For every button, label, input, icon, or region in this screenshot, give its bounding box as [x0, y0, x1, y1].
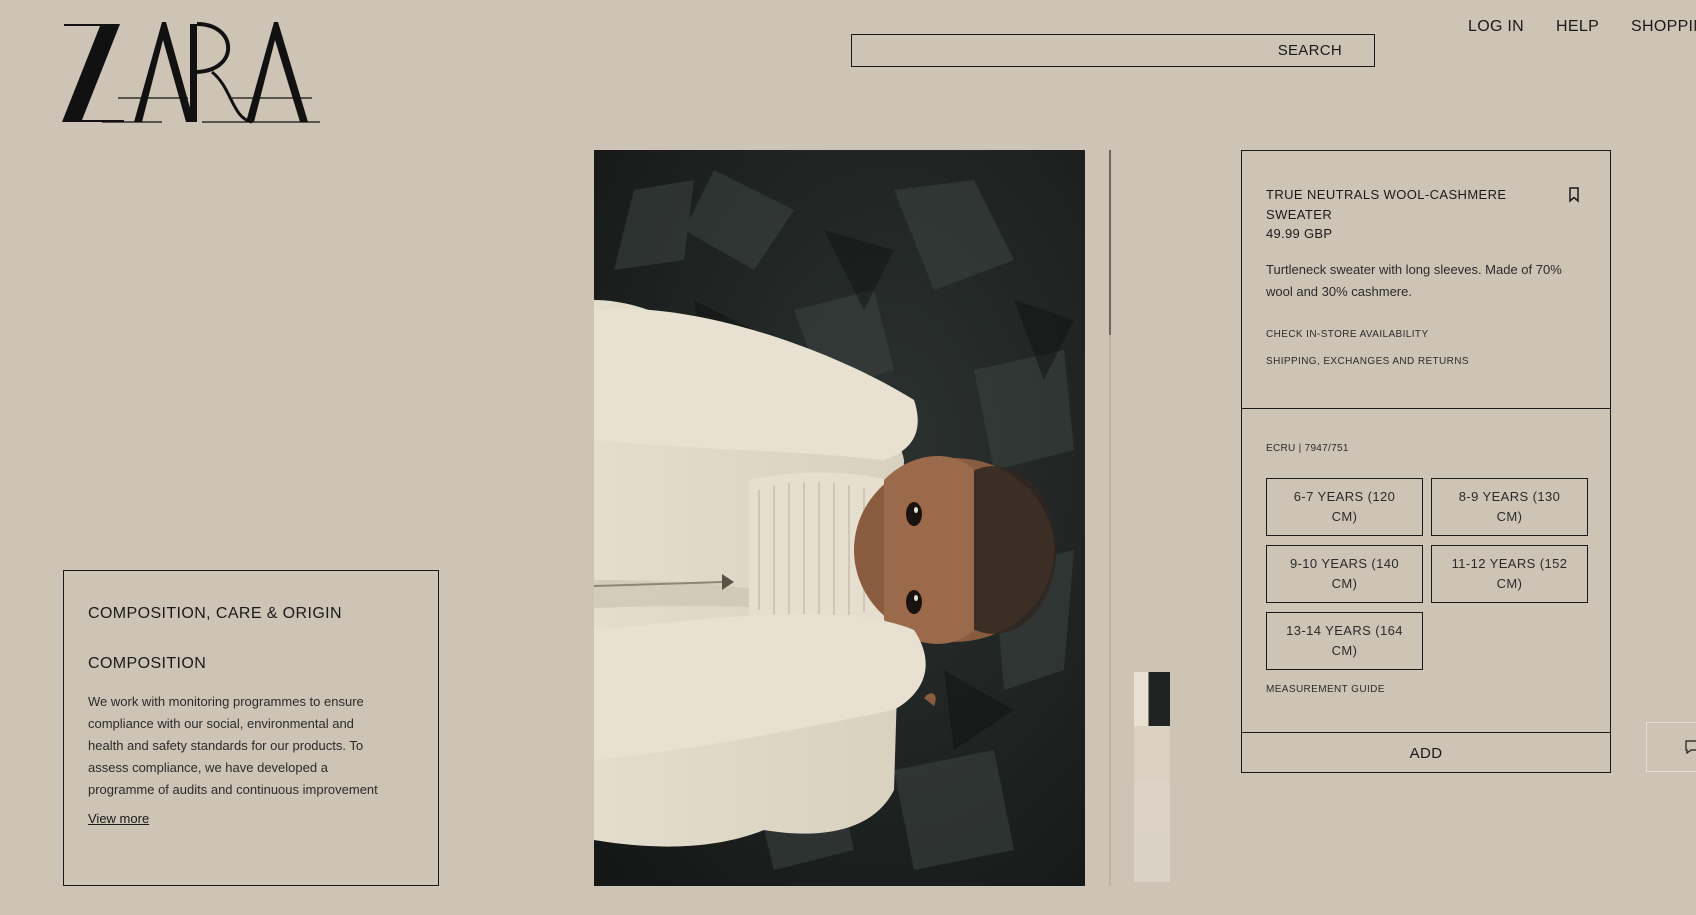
view-more-link[interactable]: View more	[88, 811, 149, 826]
thumbnail-3[interactable]	[1134, 780, 1170, 834]
size-option[interactable]: 9-10 YEARS (140 CM)	[1266, 545, 1423, 603]
size-option[interactable]: 6-7 YEARS (120 CM)	[1266, 478, 1423, 536]
size-grid: 6-7 YEARS (120 CM) 8-9 YEARS (130 CM) 9-…	[1266, 478, 1588, 670]
size-option[interactable]: 13-14 YEARS (164 CM)	[1266, 612, 1423, 670]
composition-panel: COMPOSITION, CARE & ORIGIN COMPOSITION W…	[63, 570, 439, 886]
shipping-link[interactable]: SHIPPING, EXCHANGES AND RETURNS	[1266, 356, 1586, 367]
product-description: Turtleneck sweater with long sleeves. Ma…	[1266, 262, 1562, 299]
login-link[interactable]: LOG IN	[1468, 18, 1524, 36]
product-title: TRUE NEUTRALS WOOL-CASHMERE SWEATER	[1266, 187, 1507, 222]
check-store-link[interactable]: CHECK IN-STORE AVAILABILITY	[1266, 329, 1586, 340]
product-summary: TRUE NEUTRALS WOOL-CASHMERE SWEATER 49.9…	[1242, 151, 1610, 409]
thumbnail-2[interactable]	[1134, 726, 1170, 780]
thumbnail-4[interactable]	[1134, 834, 1170, 882]
product-price: 49.99 GBP	[1266, 226, 1333, 241]
chat-icon	[1685, 740, 1696, 754]
size-selector: ECRU | 7947/751 6-7 YEARS (120 CM) 8-9 Y…	[1242, 409, 1610, 733]
thumbnail-1[interactable]	[1134, 672, 1170, 726]
composition-title: COMPOSITION, CARE & ORIGIN	[88, 605, 342, 622]
help-link[interactable]: HELP	[1556, 18, 1599, 36]
search-input[interactable]: SEARCH	[851, 34, 1375, 67]
measurement-guide-link[interactable]: MEASUREMENT GUIDE	[1266, 684, 1586, 695]
shopping-bag-link[interactable]: SHOPPIN	[1631, 18, 1696, 36]
zara-logo[interactable]	[62, 18, 322, 128]
composition-text: We work with monitoring programmes to en…	[88, 694, 378, 797]
composition-subtitle: COMPOSITION	[88, 655, 207, 672]
color-reference: ECRU | 7947/751	[1266, 443, 1349, 454]
size-option[interactable]: 8-9 YEARS (130 CM)	[1431, 478, 1588, 536]
search-label: SEARCH	[1277, 42, 1342, 59]
thumbnail-strip	[1134, 672, 1170, 882]
gallery-scroll-thumb[interactable]	[1109, 150, 1111, 335]
size-option[interactable]: 11-12 YEARS (152 CM)	[1431, 545, 1588, 603]
product-image[interactable]	[594, 150, 1085, 886]
add-to-cart-button[interactable]: ADD	[1242, 733, 1610, 773]
bookmark-icon[interactable]	[1568, 187, 1580, 203]
top-nav: LOG IN HELP SHOPPIN	[1468, 18, 1696, 36]
product-info-panel: TRUE NEUTRALS WOOL-CASHMERE SWEATER 49.9…	[1241, 150, 1611, 773]
chat-button[interactable]	[1646, 722, 1696, 772]
